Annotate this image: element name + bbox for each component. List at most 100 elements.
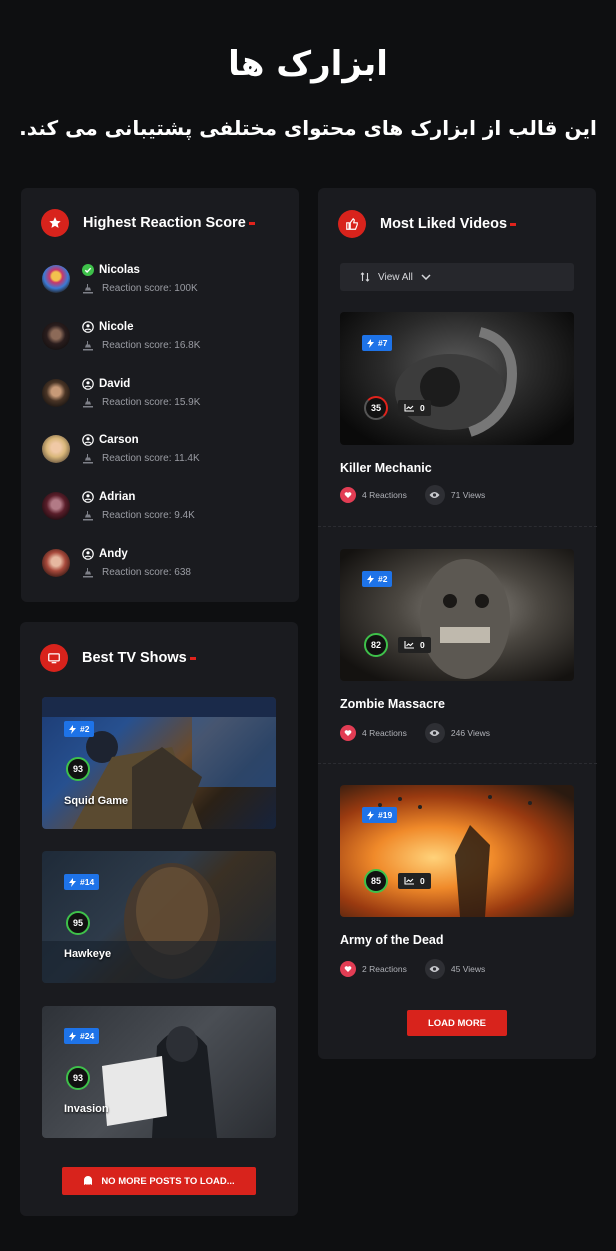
- user-list-item[interactable]: Andy Reaction score: 638: [42, 548, 191, 578]
- reaction-score-text: Reaction score: 9.4K: [102, 509, 195, 521]
- view-count: 246 Views: [450, 728, 490, 738]
- lightning-icon: [69, 724, 76, 734]
- lightning-icon: [367, 574, 374, 584]
- avatar[interactable]: [42, 322, 70, 350]
- rank-text: #2: [80, 724, 90, 734]
- avatar[interactable]: [42, 549, 70, 577]
- rank-text: #24: [80, 1031, 95, 1041]
- user-list-item[interactable]: David Reaction score: 15.9K: [42, 378, 200, 408]
- eye-icon: [424, 723, 445, 743]
- user-list-item[interactable]: Nicolas Reaction score: 100K: [42, 264, 198, 294]
- load-more-button[interactable]: LOAD MORE: [407, 1010, 507, 1036]
- divider: [318, 763, 597, 764]
- user-name[interactable]: Nicolas: [99, 264, 140, 276]
- score-ring: 35: [364, 396, 388, 420]
- reaction-hand-icon: [83, 341, 93, 351]
- score-ring: 95: [66, 911, 90, 935]
- user-list-item[interactable]: Nicole Reaction score: 16.8K: [42, 321, 200, 351]
- video-card[interactable]: #7 35 0: [340, 312, 574, 445]
- view-all-dropdown[interactable]: View All: [340, 263, 574, 291]
- reaction-score-text: Reaction score: 100K: [102, 282, 198, 294]
- panel-header: Most Liked Videos: [338, 210, 517, 238]
- trend-chip: 0: [398, 873, 431, 889]
- filter-label: View All: [378, 271, 413, 283]
- score-ring: 82: [364, 633, 388, 657]
- trend-chip: 0: [398, 400, 431, 416]
- user-name[interactable]: Carson: [99, 434, 139, 446]
- video-artwork: [395, 327, 517, 437]
- score-text: 82: [370, 640, 381, 650]
- trending-chart-icon: [404, 877, 414, 885]
- trend-count: 0: [420, 640, 425, 650]
- panel-title: Most Liked Videos: [380, 216, 508, 232]
- show-title[interactable]: Hawkeye: [64, 948, 111, 960]
- video-card[interactable]: #2 82 0: [340, 549, 574, 681]
- score-text: 85: [370, 876, 381, 886]
- avatar[interactable]: [42, 492, 70, 520]
- heart-icon: [340, 725, 356, 741]
- rank-badge: #19: [362, 807, 398, 823]
- rank-badge: #7: [362, 335, 393, 351]
- reaction-score-text: Reaction score: 15.9K: [102, 396, 201, 408]
- reaction-hand-icon: [83, 398, 93, 408]
- rank-badge: #2: [362, 571, 393, 587]
- video-artwork: [378, 795, 532, 917]
- reaction-score-text: Reaction score: 16.8K: [102, 339, 201, 351]
- view-count: 71 Views: [450, 490, 486, 500]
- tv-show-card[interactable]: #14 95 Hawkeye: [42, 851, 276, 983]
- user-name[interactable]: Andy: [99, 548, 128, 560]
- user-name[interactable]: Adrian: [99, 491, 135, 503]
- video-title[interactable]: Zombie Massacre: [340, 697, 445, 711]
- title-accent-dot: [248, 221, 255, 225]
- video-title[interactable]: Army of the Dead: [340, 933, 444, 947]
- tv-show-card[interactable]: #24 93 Invasion: [42, 1006, 276, 1138]
- avatar[interactable]: [42, 379, 70, 407]
- rank-badge: #24: [64, 1028, 100, 1044]
- trend-count: 0: [420, 403, 425, 413]
- title-accent-dot: [189, 656, 196, 660]
- video-stats: 4 Reactions 246 Views: [340, 723, 490, 743]
- trending-chart-icon: [404, 641, 414, 649]
- trend-chip: 0: [398, 637, 431, 653]
- user-circle-icon: [82, 491, 94, 503]
- show-title[interactable]: Squid Game: [64, 795, 128, 807]
- chevron-down-icon: [421, 274, 431, 280]
- user-circle-icon: [82, 548, 94, 560]
- trending-chart-icon: [404, 404, 414, 412]
- no-more-posts-button[interactable]: NO MORE POSTS TO LOAD...: [62, 1167, 256, 1195]
- score-ring: 93: [66, 757, 90, 781]
- reaction-score-text: Reaction score: 11.4K: [102, 452, 200, 464]
- avatar[interactable]: [42, 435, 70, 463]
- lightning-icon: [69, 1031, 76, 1041]
- show-title[interactable]: Invasion: [64, 1103, 109, 1115]
- tv-show-card[interactable]: #2 93 Squid Game: [42, 697, 276, 829]
- user-list-item[interactable]: Adrian Reaction score: 9.4K: [42, 491, 195, 521]
- user-name[interactable]: Nicole: [99, 321, 134, 333]
- sort-icon: [360, 272, 370, 282]
- lightning-icon: [367, 810, 374, 820]
- star-badge-icon: [41, 209, 69, 237]
- rank-text: #19: [378, 810, 393, 820]
- reaction-hand-icon: [83, 284, 93, 294]
- video-title[interactable]: Killer Mechanic: [340, 461, 432, 475]
- score-text: 93: [72, 764, 83, 774]
- view-count: 45 Views: [450, 964, 486, 974]
- eye-icon: [424, 959, 445, 979]
- video-stats: 2 Reactions 45 Views: [340, 959, 485, 979]
- video-card[interactable]: #19 85 0: [340, 785, 574, 917]
- panel-title: Highest Reaction Score: [83, 215, 246, 231]
- lightning-icon: [69, 877, 76, 887]
- reaction-count: 2 Reactions: [362, 964, 407, 974]
- score-ring: 93: [66, 1066, 90, 1090]
- user-name[interactable]: David: [99, 378, 130, 390]
- user-list-item[interactable]: Carson Reaction score: 11.4K: [42, 434, 200, 464]
- avatar[interactable]: [42, 265, 70, 293]
- user-circle-icon: [82, 378, 94, 390]
- score-text: 35: [370, 403, 381, 413]
- rank-badge: #14: [64, 874, 100, 890]
- user-circle-icon: [82, 321, 94, 333]
- video-stats: 4 Reactions 71 Views: [340, 485, 485, 505]
- rank-badge: #2: [64, 721, 95, 737]
- page-subtitle: این قالب از ابزارک های محتوای مختلفی پشت…: [19, 116, 597, 140]
- divider: [318, 526, 597, 527]
